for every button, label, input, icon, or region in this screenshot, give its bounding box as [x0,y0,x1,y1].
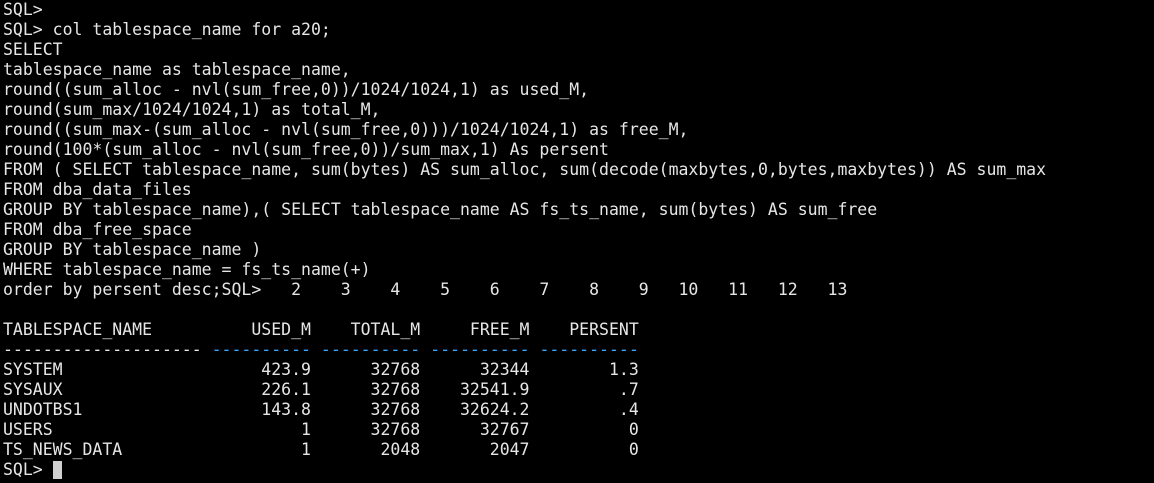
text-cursor [52,461,62,479]
terminal-line: round(sum_max/1024/1024,1) as total_M, [3,100,381,119]
separator-other-columns: ---------- ---------- ---------- -------… [211,340,639,359]
separator-first-column: -------------------- [3,340,212,359]
terminal-line: FROM ( SELECT tablespace_name, sum(bytes… [3,160,1047,179]
terminal-line: SQL> [3,0,43,19]
terminal-line: round(100*(sum_alloc - nvl(sum_free,0))/… [3,140,609,159]
prompt-line[interactable]: SQL> [3,460,1154,480]
result-separator: -------------------- ---------- --------… [3,340,1154,360]
terminal-line: WHERE tablespace_name = fs_ts_name(+) [3,260,371,279]
result-row: SYSAUX 226.1 32768 32541.9 .7 [3,380,639,399]
terminal-line: SQL> col tablespace_name for a20; [3,20,331,39]
result-row: SYSTEM 423.9 32768 32344 1.3 [3,360,639,379]
result-row: UNDOTBS1 143.8 32768 32624.2 .4 [3,400,639,419]
terminal-line: GROUP BY tablespace_name ) [3,240,262,259]
terminal-line: FROM dba_free_space [3,220,192,239]
terminal-line: round((sum_alloc - nvl(sum_free,0))/1024… [3,80,590,99]
terminal-line: round((sum_max-(sum_alloc - nvl(sum_free… [3,120,689,139]
terminal-window[interactable]: SQL> SQL> col tablespace_name for a20; S… [0,0,1154,483]
result-header: TABLESPACE_NAME USED_M TOTAL_M FREE_M PE… [3,320,639,339]
result-row: TS_NEWS_DATA 1 2048 2047 0 [3,440,639,459]
terminal-line: FROM dba_data_files [3,180,192,199]
result-row: USERS 1 32768 32767 0 [3,420,639,439]
sql-prompt: SQL> [3,460,53,479]
terminal-line: order by persent desc;SQL> 2 3 4 5 6 7 8… [3,280,848,299]
terminal-line: tablespace_name as tablespace_name, [3,60,351,79]
terminal-line: SELECT [3,40,63,59]
terminal-line: GROUP BY tablespace_name),( SELECT table… [3,200,878,219]
